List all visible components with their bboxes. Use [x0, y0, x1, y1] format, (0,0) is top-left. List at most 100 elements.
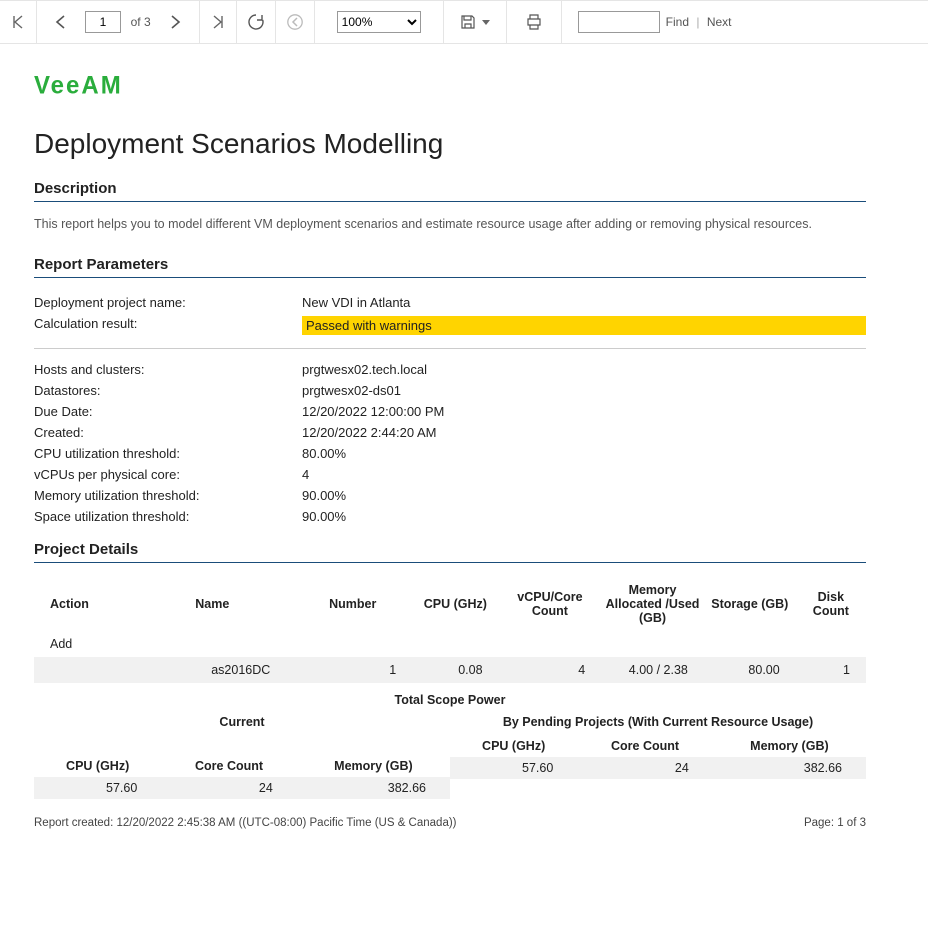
of-label: of	[131, 15, 141, 29]
scope-pending-values: 57.60 24 382.66	[450, 757, 866, 779]
first-page-icon	[10, 14, 26, 30]
cell-vcpu: 4	[499, 657, 602, 683]
zoom-select[interactable]: 100%	[337, 11, 421, 33]
param-label: Datastores:	[34, 383, 302, 398]
first-page-button[interactable]	[0, 1, 37, 43]
param-label: Calculation result:	[34, 316, 302, 335]
find-next-link[interactable]: Next	[707, 15, 732, 29]
cell-action	[34, 657, 131, 683]
page-number-input[interactable]	[85, 11, 121, 33]
param-value: 12/20/2022 12:00:00 PM	[302, 404, 866, 419]
col-storage: Storage (GB)	[704, 577, 796, 631]
last-page-button[interactable]	[200, 1, 237, 43]
param-row: Datastores:prgtwesx02-ds01	[34, 380, 866, 401]
report-title: Deployment Scenarios Modelling	[34, 128, 866, 160]
save-button[interactable]	[444, 1, 507, 43]
param-label: Due Date:	[34, 404, 302, 419]
scope-grid: Current CPU (GHz) Core Count Memory (GB)…	[34, 711, 866, 799]
param-value: 4	[302, 467, 866, 482]
param-row: Due Date:12/20/2022 12:00:00 PM	[34, 401, 866, 422]
scope-col-cpu: CPU (GHz)	[34, 755, 161, 777]
footer-page: Page: 1 of 3	[804, 817, 866, 829]
description-text: This report helps you to model different…	[34, 216, 866, 234]
col-vcpu: vCPU/Core Count	[499, 577, 602, 631]
col-number: Number	[293, 577, 412, 631]
param-label: vCPUs per physical core:	[34, 467, 302, 482]
param-row: vCPUs per physical core:4	[34, 464, 866, 485]
scope-pending-label: By Pending Projects (With Current Resour…	[450, 711, 866, 735]
section-description-title: Description	[34, 180, 866, 202]
param-value: 12/20/2022 2:44:20 AM	[302, 425, 866, 440]
last-page-icon	[210, 14, 226, 30]
param-label: Deployment project name:	[34, 295, 302, 310]
print-button[interactable]	[507, 1, 562, 43]
scope-current-values: 57.60 24 382.66	[34, 777, 450, 799]
report-page: VeeAM Deployment Scenarios Modelling Des…	[0, 44, 900, 849]
param-value: Passed with warnings	[302, 316, 866, 335]
scope-pending-cpu: 57.60	[450, 757, 577, 779]
col-name: Name	[131, 577, 293, 631]
find-group: Find | Next	[562, 1, 748, 43]
back-circle-icon	[286, 13, 304, 31]
param-label: CPU utilization threshold:	[34, 446, 302, 461]
refresh-icon	[247, 13, 265, 31]
param-value: prgtwesx02-ds01	[302, 383, 866, 398]
scope-pending-mem: 382.66	[713, 757, 866, 779]
param-label: Memory utilization threshold:	[34, 488, 302, 503]
scope-col-mem: Memory (GB)	[713, 735, 866, 757]
group-label: Add	[34, 631, 866, 657]
prev-page-button[interactable]	[53, 14, 69, 30]
cell-storage: 80.00	[704, 657, 796, 683]
project-details-table: Action Name Number CPU (GHz) vCPU/Core C…	[34, 577, 866, 683]
print-icon	[525, 13, 543, 31]
cell-number: 1	[293, 657, 412, 683]
chevron-down-icon	[482, 20, 490, 25]
refresh-button[interactable]	[237, 1, 276, 43]
page-nav-group: of 3	[37, 1, 200, 43]
find-link[interactable]: Find	[666, 15, 689, 29]
col-action: Action	[34, 577, 131, 631]
param-value: 90.00%	[302, 509, 866, 524]
param-row: Deployment project name:New VDI in Atlan…	[34, 292, 866, 313]
table-group-row: Add	[34, 631, 866, 657]
scope-current-mem: 382.66	[297, 777, 450, 799]
scope-title: Total Scope Power	[34, 693, 866, 707]
param-label: Space utilization threshold:	[34, 509, 302, 524]
param-label: Created:	[34, 425, 302, 440]
page-counter: of 3	[85, 11, 151, 33]
separator: |	[696, 15, 699, 29]
find-input[interactable]	[578, 11, 660, 33]
next-page-button[interactable]	[167, 14, 183, 30]
col-cpu: CPU (GHz)	[412, 577, 498, 631]
footer-created: Report created: 12/20/2022 2:45:38 AM ((…	[34, 817, 457, 829]
param-row: Memory utilization threshold:90.00%	[34, 485, 866, 506]
scope-pending: By Pending Projects (With Current Resour…	[450, 711, 866, 799]
report-toolbar: of 3 100%	[0, 0, 928, 44]
cell-cpu: 0.08	[412, 657, 498, 683]
parameters-top: Deployment project name:New VDI in Atlan…	[34, 292, 866, 338]
param-value: prgtwesx02.tech.local	[302, 362, 866, 377]
scope-col-cpu: CPU (GHz)	[450, 735, 577, 757]
cell-name: as2016DC	[131, 657, 293, 683]
table-header-row: Action Name Number CPU (GHz) vCPU/Core C…	[34, 577, 866, 631]
param-value: New VDI in Atlanta	[302, 295, 866, 310]
chevron-left-icon	[53, 14, 69, 30]
back-button[interactable]	[276, 1, 315, 43]
veeam-logo: VeeAM	[34, 71, 866, 100]
scope-current-cpu: 57.60	[34, 777, 161, 799]
scope-current-label: Current	[34, 711, 450, 735]
parameters-bottom: Hosts and clusters:prgtwesx02.tech.local…	[34, 359, 866, 527]
param-row: CPU utilization threshold:80.00%	[34, 443, 866, 464]
page-count: 3	[144, 15, 151, 29]
param-row: Created:12/20/2022 2:44:20 AM	[34, 422, 866, 443]
section-parameters-title: Report Parameters	[34, 256, 866, 278]
param-value: 80.00%	[302, 446, 866, 461]
section-details-title: Project Details	[34, 541, 866, 563]
col-mem: Memory Allocated /Used (GB)	[601, 577, 704, 631]
zoom-group: 100%	[315, 1, 444, 43]
scope-current: Current CPU (GHz) Core Count Memory (GB)…	[34, 711, 450, 799]
scope-col-mem: Memory (GB)	[297, 755, 450, 777]
param-row: Calculation result:Passed with warnings	[34, 313, 866, 338]
param-label: Hosts and clusters:	[34, 362, 302, 377]
save-icon	[460, 14, 476, 30]
